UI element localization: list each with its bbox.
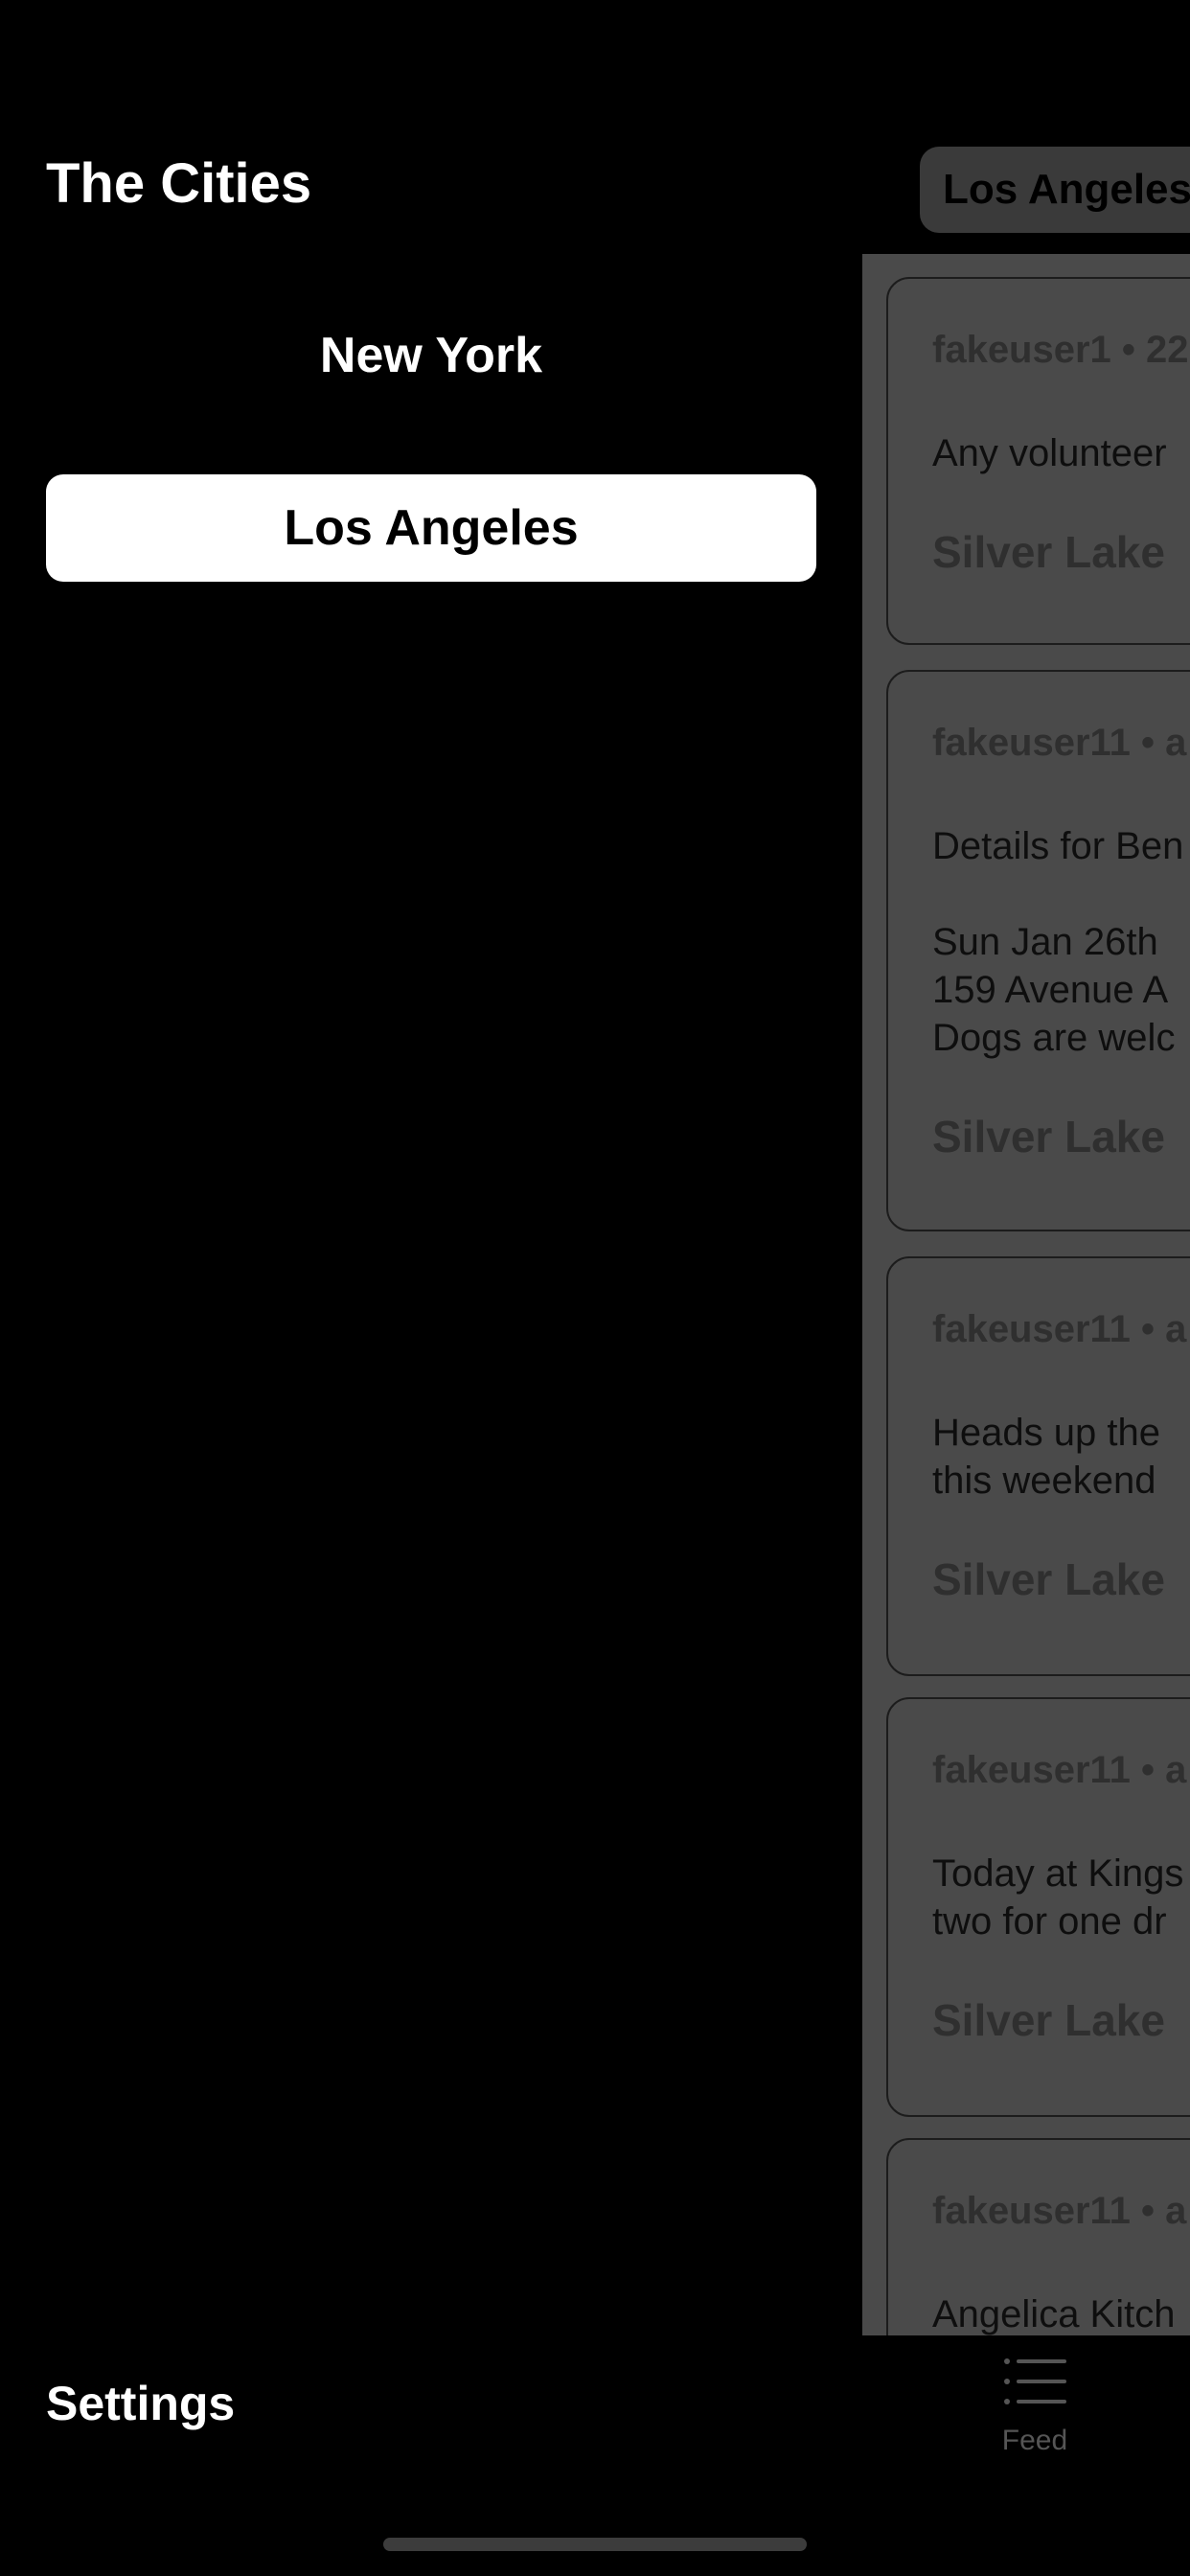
post-meta: fakeuser11 • a <box>932 1308 1187 1350</box>
city-selector-chip[interactable]: Los Angeles <box>920 147 1190 233</box>
post-body-line: Sun Jan 26th <box>932 921 1158 963</box>
post-body-line: two for one dr <box>932 1900 1167 1943</box>
city-drawer: The Cities New York Los Angeles Settings <box>0 0 862 2576</box>
post-meta: fakeuser11 • a <box>932 1749 1187 1791</box>
post-meta: fakeuser11 • a <box>932 2190 1187 2232</box>
settings-button[interactable]: Settings <box>46 2375 235 2432</box>
post-body-line: Details for Ben <box>932 825 1184 867</box>
home-indicator[interactable] <box>383 2538 807 2551</box>
list-icon <box>1004 2358 1066 2404</box>
tab-feed-label: Feed <box>1001 2425 1068 2456</box>
city-item-los-angeles[interactable]: Los Angeles <box>46 474 816 582</box>
tab-feed[interactable]: Feed <box>977 2358 1092 2482</box>
post-body-line: 159 Avenue A <box>932 969 1169 1011</box>
post-neighborhood: Silver Lake <box>932 1554 1165 1604</box>
post-body-line: Today at Kings <box>932 1852 1184 1895</box>
city-item-new-york[interactable]: New York <box>46 302 816 409</box>
city-item-label: New York <box>319 328 543 383</box>
post-body-line: Any volunteer <box>932 432 1167 474</box>
post-meta: fakeuser11 • a <box>932 722 1187 764</box>
post-neighborhood: Silver Lake <box>932 1112 1165 1162</box>
main-content-overlay[interactable]: Los Angeles fakeuser1 • 22 Any volunteer… <box>862 0 1190 2576</box>
post-body-line: Angelica Kitch <box>932 2293 1176 2335</box>
city-item-label: Los Angeles <box>284 500 579 556</box>
post-body-line: Heads up the <box>932 1412 1160 1454</box>
post-feed[interactable]: fakeuser1 • 22 Any volunteer Silver Lake… <box>862 254 1190 2335</box>
post-card[interactable]: fakeuser11 • a Angelica Kitch <box>886 2138 1190 2335</box>
drawer-title: The Cities <box>46 152 312 215</box>
post-meta: fakeuser1 • 22 <box>932 329 1189 371</box>
post-card[interactable]: fakeuser1 • 22 Any volunteer Silver Lake <box>886 277 1190 645</box>
post-body-line: Dogs are welc <box>932 1017 1176 1059</box>
post-neighborhood: Silver Lake <box>932 1995 1165 2045</box>
post-card[interactable]: fakeuser11 • a Today at Kings two for on… <box>886 1697 1190 2117</box>
post-body-line: this weekend <box>932 1460 1156 1502</box>
post-card[interactable]: fakeuser11 • a Heads up the this weekend… <box>886 1256 1190 1676</box>
post-card[interactable]: fakeuser11 • a Details for Ben Sun Jan 2… <box>886 670 1190 1231</box>
post-neighborhood: Silver Lake <box>932 527 1165 577</box>
